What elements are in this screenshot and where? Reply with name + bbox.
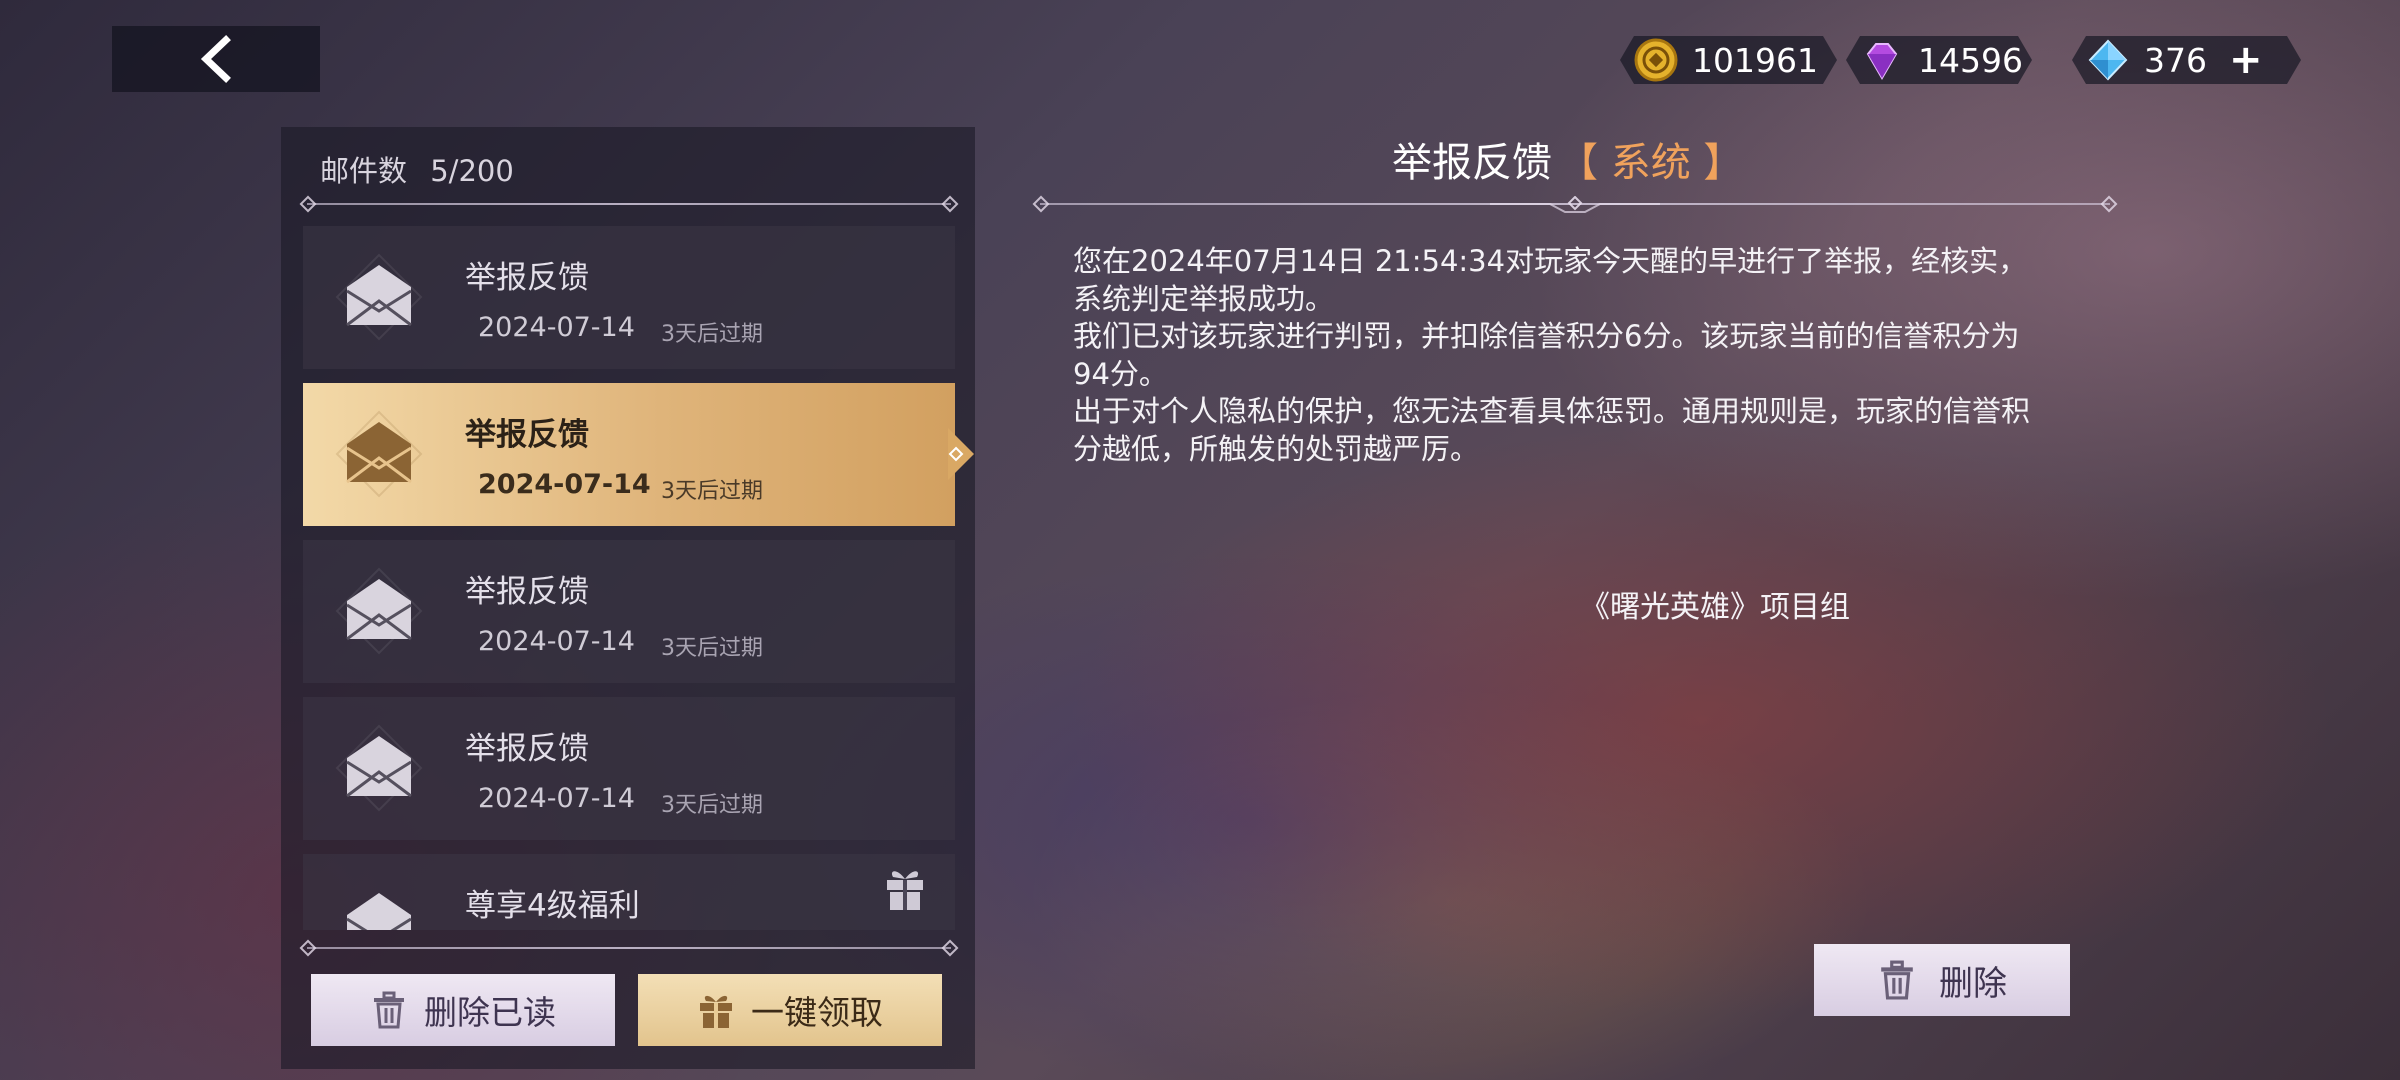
trash-icon bbox=[374, 991, 404, 1029]
currency-crystal: 376 + bbox=[2072, 36, 2301, 84]
mail-title: 尊享4级福利 bbox=[465, 888, 640, 924]
currency-gem: 14596 bbox=[1846, 36, 2032, 84]
mail-item[interactable]: 尊享4级福利 bbox=[303, 854, 955, 930]
gold-coin-icon bbox=[1634, 38, 1678, 82]
delete-read-button[interactable]: 删除已读 bbox=[311, 974, 615, 1046]
list-bottom-divider bbox=[307, 947, 951, 949]
body-line: 您在2024年07月14日 21:54:34对玩家今天醒的早进行了举报，经核实， bbox=[1073, 244, 2028, 278]
envelope-icon bbox=[335, 253, 423, 341]
mail-signature: 《曙光英雄》项目组 bbox=[1580, 590, 1850, 625]
mail-item[interactable]: 举报反馈 2024-07-14 3天后过期 bbox=[303, 697, 955, 840]
selected-arrow-icon bbox=[948, 428, 974, 480]
mail-detail-body: 您在2024年07月14日 21:54:34对玩家今天醒的早进行了举报，经核实，… bbox=[1073, 243, 2093, 468]
gem-value: 14596 bbox=[1918, 40, 2023, 80]
body-line: 系统判定举报成功。 bbox=[1073, 281, 1335, 316]
mail-title: 举报反馈 bbox=[465, 260, 589, 296]
divider-diamond bbox=[2100, 195, 2118, 213]
divider-diamond bbox=[1032, 195, 1050, 213]
mail-date: 2024-07-14 bbox=[478, 626, 635, 657]
mail-detail-title: 举报反馈【 系统 】 bbox=[1392, 130, 1743, 188]
currency-gold: 101961 bbox=[1620, 36, 1837, 84]
add-crystal-button[interactable]: + bbox=[2229, 37, 2263, 83]
detail-tag: 【 系统 】 bbox=[1558, 140, 1744, 186]
gift-icon bbox=[700, 995, 732, 1028]
body-line: 94分。 bbox=[1073, 356, 1168, 391]
mail-title: 举报反馈 bbox=[465, 731, 589, 767]
body-line: 我们已对该玩家进行判罚，并扣除信誉积分6分。该玩家当前的信誉积分为 bbox=[1073, 319, 2020, 353]
trash-icon bbox=[1881, 960, 1913, 1000]
mail-title: 举报反馈 bbox=[465, 574, 589, 610]
envelope-icon bbox=[335, 724, 423, 812]
mail-title: 举报反馈 bbox=[465, 417, 589, 453]
mail-item[interactable]: 举报反馈 2024-07-14 3天后过期 bbox=[303, 540, 955, 683]
gift-icon bbox=[887, 871, 923, 910]
divider-ornament bbox=[1490, 196, 1660, 213]
envelope-icon bbox=[346, 893, 412, 930]
delete-button[interactable]: 删除 bbox=[1814, 944, 2070, 1016]
mail-count-label: 邮件数 bbox=[320, 154, 408, 188]
body-line: 出于对个人隐私的保护，您无法查看具体惩罚。通用规则是，玩家的信誉积 bbox=[1073, 394, 2031, 428]
mail-date: 2024-07-14 bbox=[478, 312, 635, 343]
gold-value: 101961 bbox=[1692, 40, 1818, 80]
blue-crystal-icon bbox=[2086, 38, 2130, 82]
mail-count: 邮件数 5/200 bbox=[320, 148, 514, 190]
mail-item[interactable]: 举报反馈 2024-07-14 3天后过期 bbox=[303, 226, 955, 369]
list-top-divider bbox=[307, 203, 951, 205]
mail-expire: 3天后过期 bbox=[661, 636, 763, 661]
mail-date: 2024-07-14 bbox=[478, 783, 635, 814]
envelope-icon bbox=[335, 410, 423, 498]
delete-read-label: 删除已读 bbox=[424, 993, 556, 1032]
envelope-icon bbox=[335, 567, 423, 655]
mail-item-selected[interactable]: 举报反馈 2024-07-14 3天后过期 bbox=[303, 383, 955, 526]
chevron-left-icon bbox=[200, 35, 231, 83]
purple-gem-icon bbox=[1860, 38, 1904, 82]
detail-title-text: 举报反馈 bbox=[1392, 140, 1552, 186]
claim-all-button[interactable]: 一键领取 bbox=[638, 974, 942, 1046]
mail-date: 2024-07-14 bbox=[478, 469, 651, 500]
claim-all-label: 一键领取 bbox=[751, 993, 883, 1032]
mail-count-value: 5/200 bbox=[430, 154, 514, 188]
mail-expire: 3天后过期 bbox=[661, 322, 763, 347]
mail-expire: 3天后过期 bbox=[661, 479, 763, 504]
back-button[interactable] bbox=[112, 26, 320, 92]
crystal-value: 376 bbox=[2144, 40, 2207, 80]
delete-label: 删除 bbox=[1939, 963, 2007, 1004]
body-line: 分越低，所触发的处罚越严厉。 bbox=[1073, 431, 1480, 466]
mail-expire: 3天后过期 bbox=[661, 793, 763, 818]
